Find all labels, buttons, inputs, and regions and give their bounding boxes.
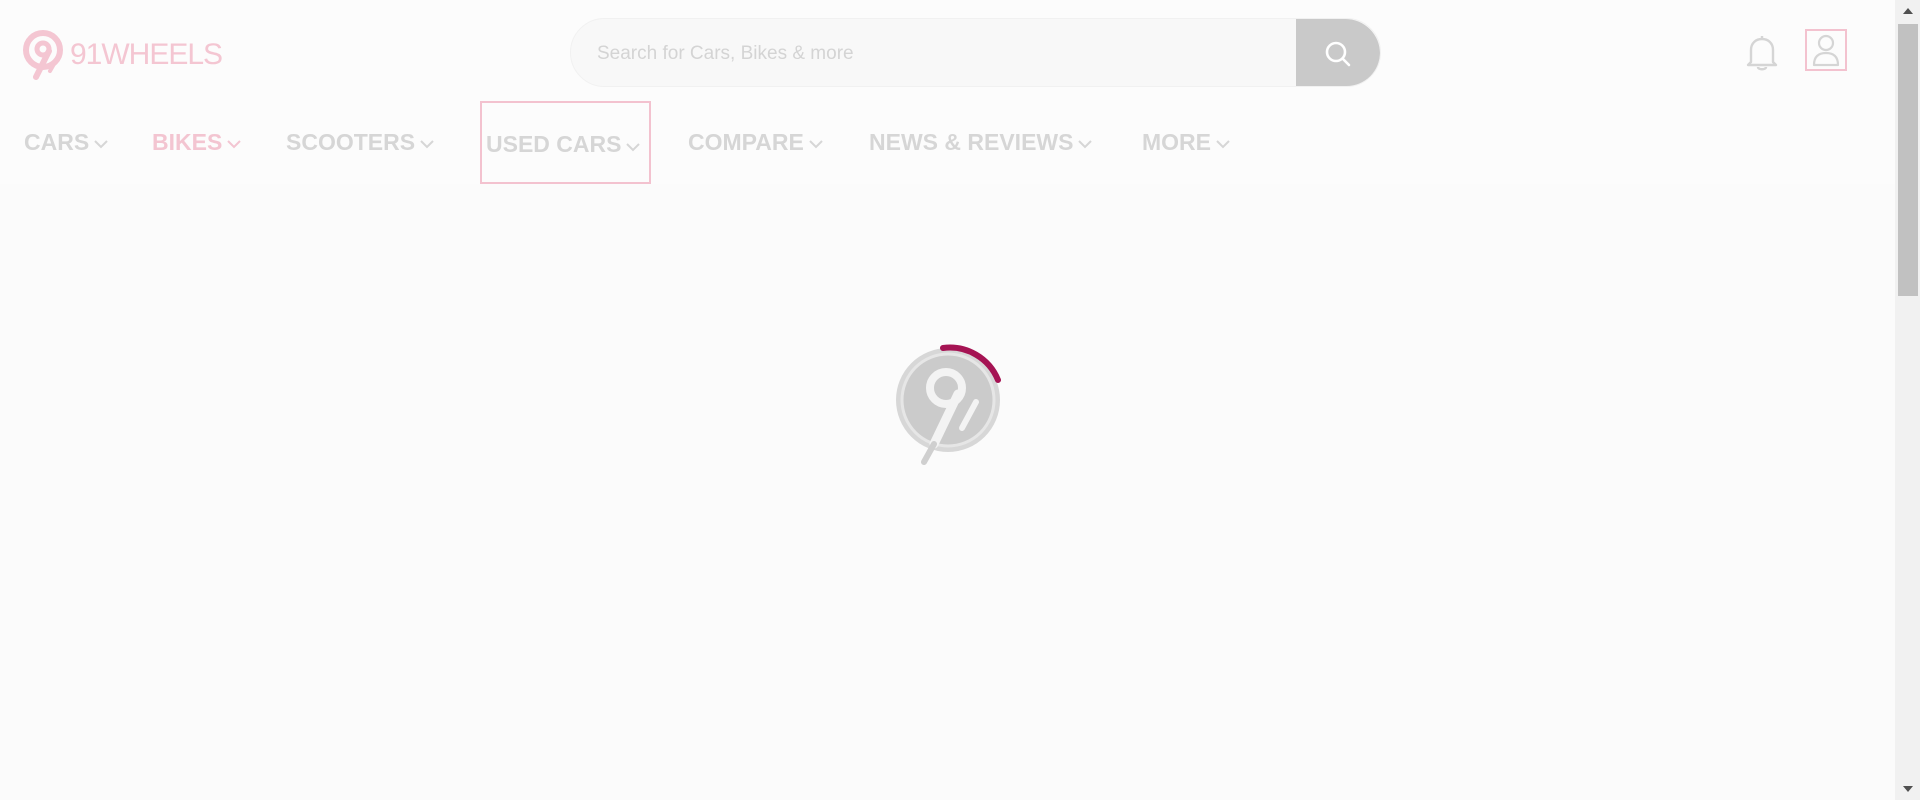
logo[interactable]: 91WHEELS: [22, 28, 223, 82]
vertical-scrollbar[interactable]: [1895, 0, 1920, 800]
nav-item-label: NEWS & REVIEWS: [869, 128, 1074, 155]
logo-mark-icon: [23, 30, 63, 80]
nav-item-label: CARS: [24, 128, 90, 155]
search-icon: [1325, 41, 1351, 66]
chevron-down-icon: [420, 140, 434, 149]
arrow-up-icon: [1902, 8, 1913, 14]
nav-item-bikes[interactable]: BIKES: [152, 100, 242, 184]
chevron-down-icon: [1078, 140, 1093, 149]
chevron-down-icon: [626, 142, 641, 151]
loading-spinner-icon: [896, 344, 1001, 465]
nav-item-used-cars[interactable]: USED CARS: [480, 101, 651, 184]
bell-icon[interactable]: [1745, 34, 1779, 72]
nav-item-label: MORE: [1142, 128, 1211, 155]
scroll-down-button[interactable]: [1895, 778, 1920, 800]
search-bar: [570, 18, 1381, 87]
nav-item-news-reviews[interactable]: NEWS & REVIEWS: [869, 100, 1093, 184]
site-header: 91WHEELS: [0, 0, 1895, 100]
chevron-down-icon: [94, 140, 108, 149]
logo-text: 91WHEELS: [70, 38, 223, 71]
chevron-down-icon: [227, 140, 242, 149]
nav-item-label: BIKES: [152, 128, 223, 155]
nav-item-compare[interactable]: COMPARE: [688, 100, 824, 184]
nav-item-label: COMPARE: [688, 128, 804, 155]
nav-item-label: SCOOTERS: [286, 128, 416, 155]
scroll-up-button[interactable]: [1895, 0, 1920, 22]
chevron-down-icon: [1216, 140, 1230, 149]
nav-item-more[interactable]: MORE: [1142, 100, 1231, 184]
search-button[interactable]: [1296, 19, 1380, 86]
nav-item-cars[interactable]: CARS: [24, 100, 109, 184]
nav-item-scooters[interactable]: SCOOTERS: [286, 100, 435, 184]
page: 91WHEELS CARS: [0, 0, 1920, 800]
user-icon: [1812, 34, 1840, 67]
search-input[interactable]: [571, 19, 1298, 86]
nav-item-label: USED CARS: [486, 131, 622, 157]
main-nav: CARS BIKES SCOOTERS USED CARS COMPARE NE…: [0, 100, 1895, 184]
arrow-down-icon: [1902, 786, 1913, 792]
chevron-down-icon: [809, 140, 823, 149]
scrollbar-thumb[interactable]: [1898, 24, 1918, 296]
profile-button[interactable]: [1805, 29, 1847, 71]
